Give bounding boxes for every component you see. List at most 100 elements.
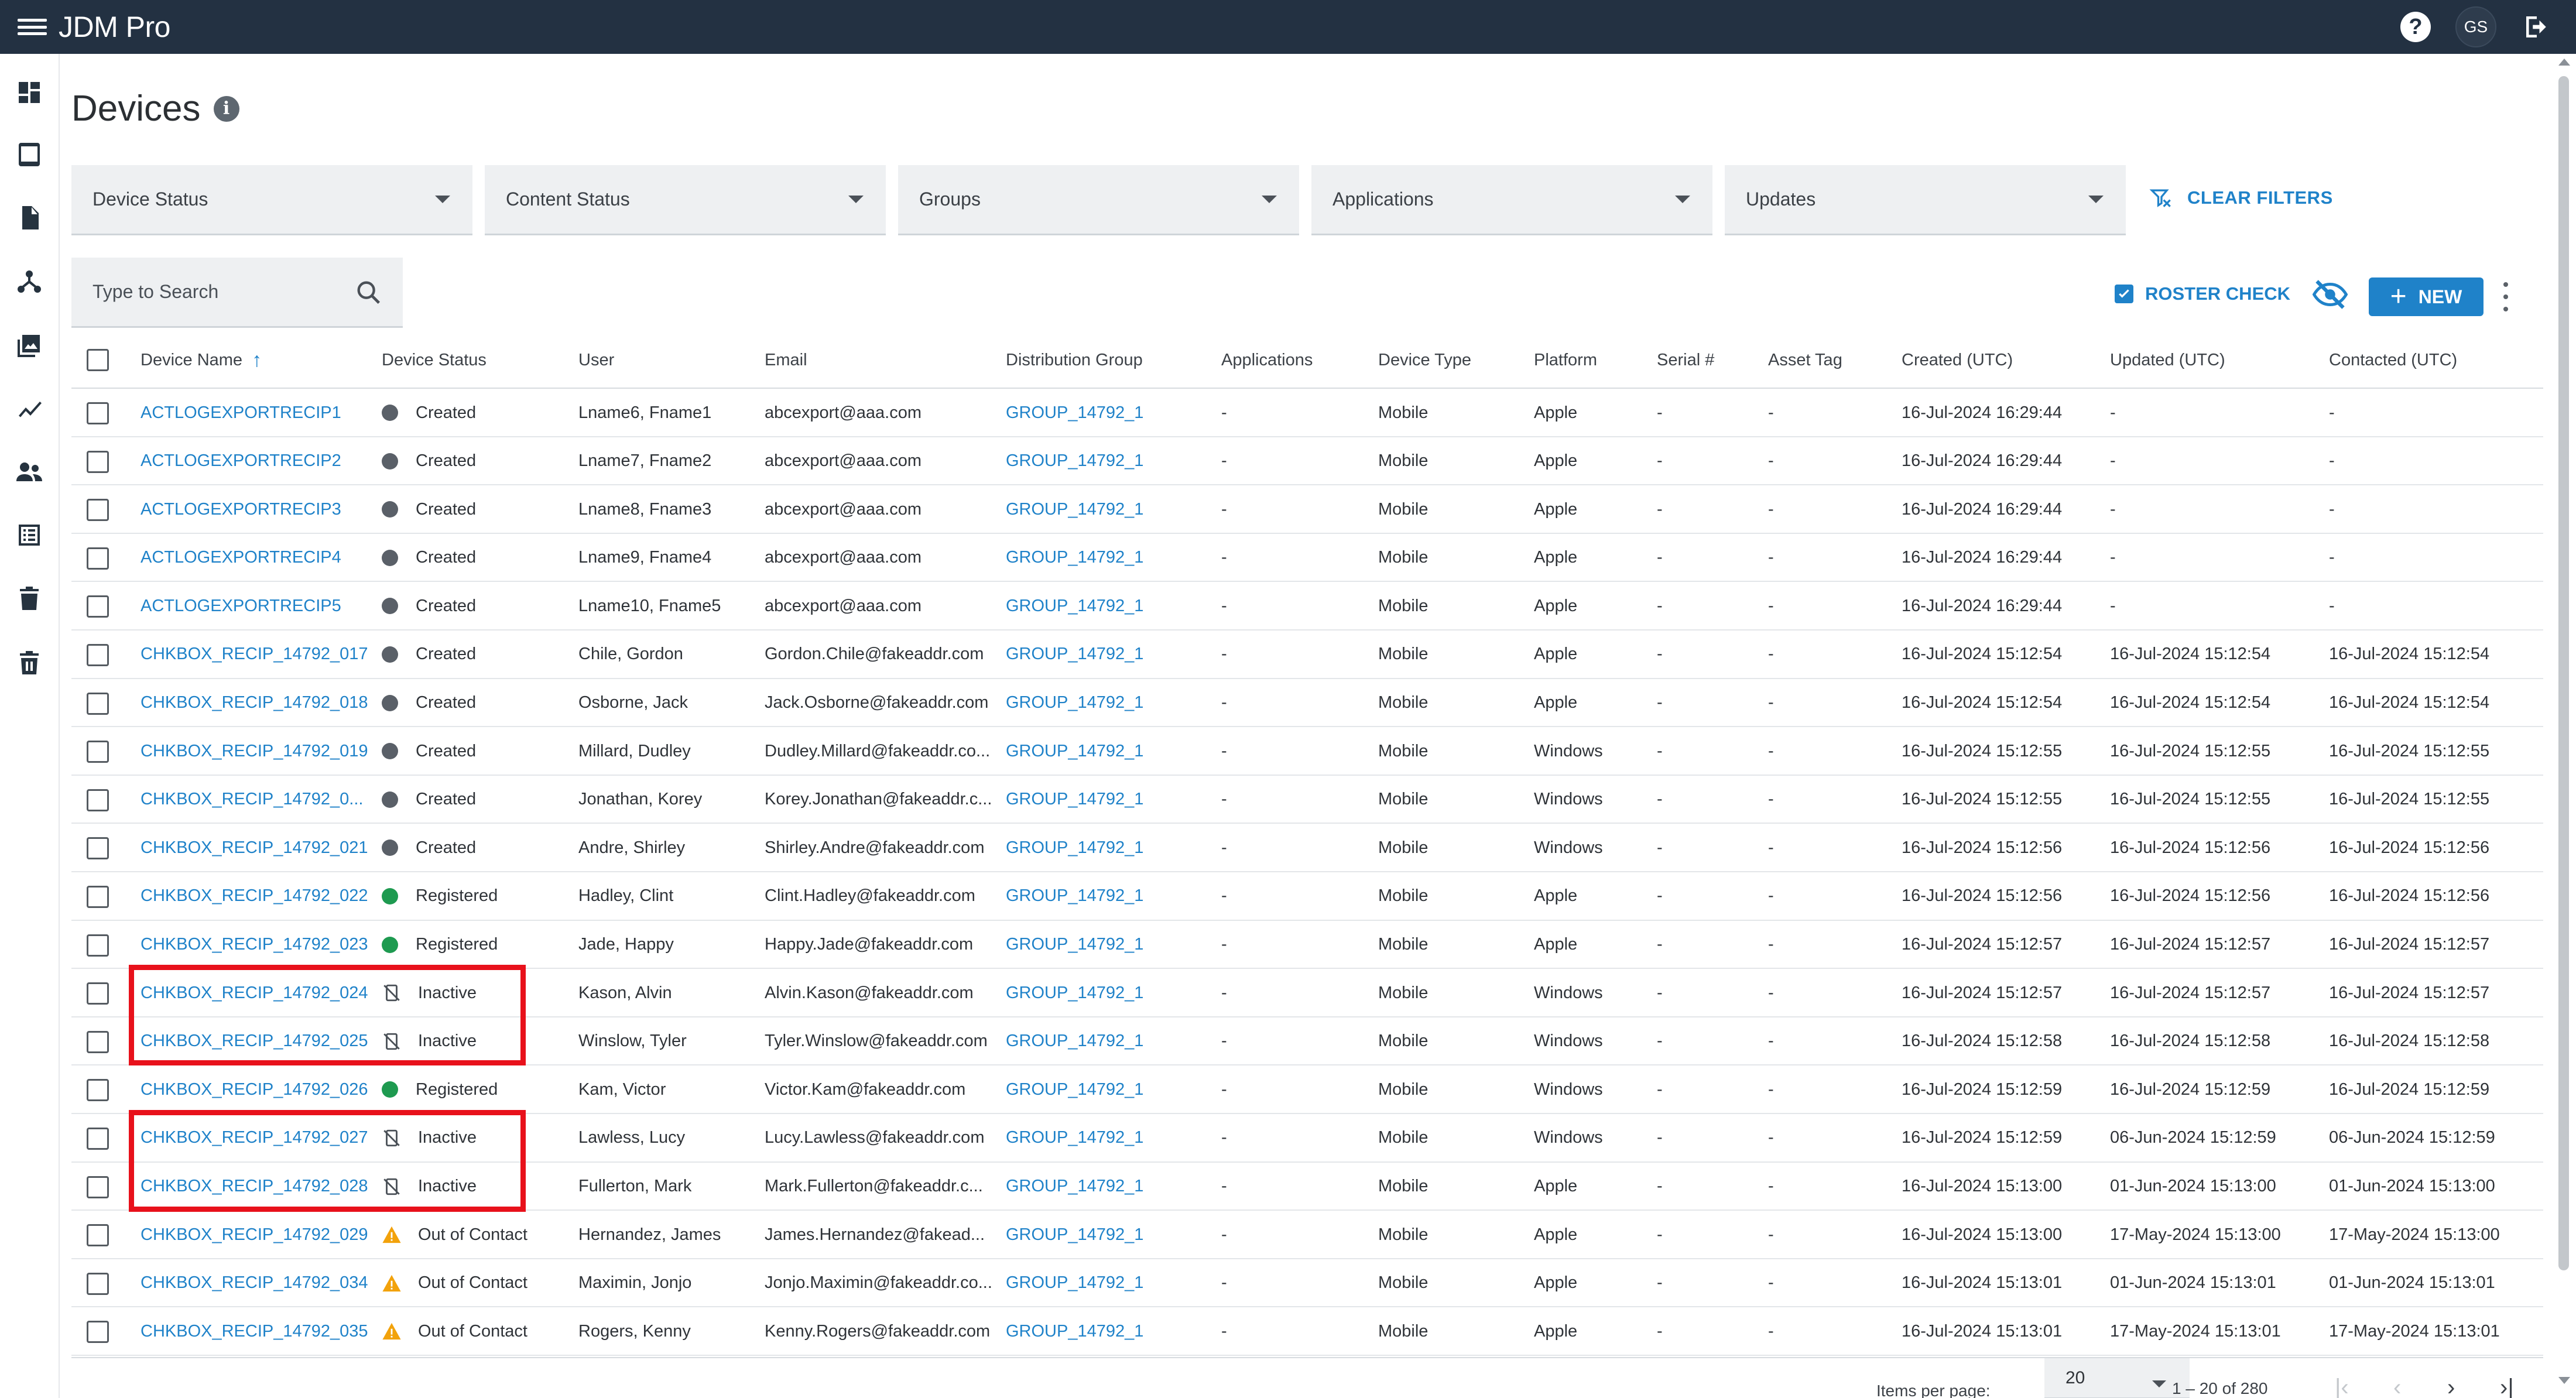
cell-distribution-group[interactable]: GROUP_14792_1 bbox=[1006, 921, 1217, 969]
row-checkbox[interactable] bbox=[87, 692, 109, 715]
cell-distribution-group[interactable]: GROUP_14792_1 bbox=[1006, 679, 1217, 727]
prev-page-icon[interactable]: ‹ bbox=[2393, 1375, 2401, 1398]
cell-distribution-group[interactable]: GROUP_14792_1 bbox=[1006, 1211, 1217, 1259]
cell-distribution-group[interactable]: GROUP_14792_1 bbox=[1006, 534, 1217, 582]
first-page-icon[interactable]: |‹ bbox=[2335, 1375, 2349, 1398]
filter-updates[interactable]: Updates bbox=[1725, 165, 2126, 235]
tablet-icon[interactable] bbox=[15, 141, 43, 169]
row-checkbox[interactable] bbox=[87, 450, 109, 473]
filter-groups[interactable]: Groups bbox=[898, 165, 1299, 235]
dashboard-icon[interactable] bbox=[15, 78, 43, 107]
row-checkbox[interactable] bbox=[87, 1176, 109, 1198]
row-checkbox[interactable] bbox=[87, 982, 109, 1005]
cell-device-name[interactable]: CHKBOX_RECIP_14792_035 bbox=[141, 1307, 375, 1355]
cell-distribution-group[interactable]: GROUP_14792_1 bbox=[1006, 1065, 1217, 1113]
table-row[interactable]: CHKBOX_RECIP_14792_023 Registered Jade, Ha… bbox=[71, 921, 2543, 969]
col-header-platform[interactable]: Platform bbox=[1534, 331, 1597, 389]
col-header-created[interactable]: Created (UTC) bbox=[1902, 331, 2013, 389]
table-row[interactable]: CHKBOX_RECIP_14792_017 Created Chile, Gord… bbox=[71, 631, 2543, 679]
cell-distribution-group[interactable]: GROUP_14792_1 bbox=[1006, 824, 1217, 872]
cell-distribution-group[interactable]: GROUP_14792_1 bbox=[1006, 485, 1217, 533]
table-row[interactable]: CHKBOX_RECIP_14792_029 Out of Contact Hern… bbox=[71, 1211, 2543, 1259]
scrollbar-thumb[interactable] bbox=[2558, 76, 2569, 1270]
filter-applications[interactable]: Applications bbox=[1311, 165, 1712, 235]
row-checkbox[interactable] bbox=[87, 1030, 109, 1053]
cell-distribution-group[interactable]: GROUP_14792_1 bbox=[1006, 1307, 1217, 1355]
row-checkbox[interactable] bbox=[87, 1224, 109, 1247]
hierarchy-icon[interactable] bbox=[15, 267, 43, 295]
col-header-contacted[interactable]: Contacted (UTC) bbox=[2329, 331, 2457, 389]
cell-distribution-group[interactable]: GROUP_14792_1 bbox=[1006, 631, 1217, 679]
cell-device-name[interactable]: CHKBOX_RECIP_14792_017 bbox=[141, 631, 375, 679]
cell-distribution-group[interactable]: GROUP_14792_1 bbox=[1006, 872, 1217, 920]
row-checkbox[interactable] bbox=[87, 789, 109, 811]
cell-device-name[interactable]: ACTLOGEXPORTRECIP3 bbox=[141, 485, 375, 533]
row-checkbox[interactable] bbox=[87, 934, 109, 957]
table-row[interactable]: CHKBOX_RECIP_14792_035 Out of Contact Roge… bbox=[71, 1307, 2543, 1356]
cell-device-name[interactable]: CHKBOX_RECIP_14792_0... bbox=[141, 776, 375, 824]
search-icon[interactable] bbox=[354, 277, 384, 308]
col-header-serial[interactable]: Serial # bbox=[1657, 331, 1714, 389]
cell-device-name[interactable]: ACTLOGEXPORTRECIP5 bbox=[141, 582, 375, 630]
cell-device-name[interactable]: CHKBOX_RECIP_14792_019 bbox=[141, 727, 375, 775]
row-checkbox[interactable] bbox=[87, 402, 109, 424]
table-row[interactable]: ACTLOGEXPORTRECIP3 Created Lname8, Fname3 a… bbox=[71, 485, 2543, 534]
users-icon[interactable] bbox=[15, 458, 43, 486]
cell-device-name[interactable]: CHKBOX_RECIP_14792_022 bbox=[141, 872, 375, 920]
cell-distribution-group[interactable]: GROUP_14792_1 bbox=[1006, 969, 1217, 1017]
more-options-icon[interactable] bbox=[2501, 282, 2510, 311]
row-checkbox[interactable] bbox=[87, 595, 109, 618]
cell-device-name[interactable]: CHKBOX_RECIP_14792_034 bbox=[141, 1259, 375, 1307]
list-icon[interactable] bbox=[15, 521, 43, 549]
cell-device-name[interactable]: CHKBOX_RECIP_14792_021 bbox=[141, 824, 375, 872]
new-device-button[interactable]: + NEW bbox=[2369, 277, 2483, 316]
table-row[interactable]: CHKBOX_RECIP_14792_022 Registered Hadley, … bbox=[71, 872, 2543, 921]
scrollbar[interactable] bbox=[2555, 62, 2571, 1350]
col-header-user[interactable]: User bbox=[578, 331, 614, 389]
cell-distribution-group[interactable]: GROUP_14792_1 bbox=[1006, 1017, 1217, 1065]
document-icon[interactable] bbox=[15, 204, 43, 232]
table-row[interactable]: ACTLOGEXPORTRECIP2 Created Lname7, Fname2 a… bbox=[71, 437, 2543, 486]
cell-distribution-group[interactable]: GROUP_14792_1 bbox=[1006, 1163, 1217, 1211]
analytics-icon[interactable] bbox=[15, 395, 43, 423]
table-row[interactable]: CHKBOX_RECIP_14792_026 Registered Kam, Vic… bbox=[71, 1065, 2543, 1114]
col-header-asset-tag[interactable]: Asset Tag bbox=[1768, 331, 1842, 389]
row-checkbox[interactable] bbox=[87, 1272, 109, 1295]
col-header-device-status[interactable]: Device Status bbox=[382, 331, 487, 389]
select-all-checkbox[interactable] bbox=[87, 349, 109, 371]
row-checkbox[interactable] bbox=[87, 1079, 109, 1102]
cell-distribution-group[interactable]: GROUP_14792_1 bbox=[1006, 1259, 1217, 1307]
scroll-down-icon[interactable] bbox=[2558, 1377, 2570, 1384]
row-checkbox[interactable] bbox=[87, 643, 109, 666]
col-header-email[interactable]: Email bbox=[765, 331, 807, 389]
help-icon[interactable]: ? bbox=[2400, 12, 2431, 42]
clear-filters-button[interactable]: CLEAR FILTERS bbox=[2149, 185, 2333, 211]
row-checkbox[interactable] bbox=[87, 1127, 109, 1150]
last-page-icon[interactable]: ›| bbox=[2500, 1375, 2514, 1398]
avatar[interactable]: GS bbox=[2455, 6, 2496, 47]
row-checkbox[interactable] bbox=[87, 547, 109, 570]
cell-device-name[interactable]: ACTLOGEXPORTRECIP1 bbox=[141, 389, 375, 437]
media-icon[interactable] bbox=[15, 331, 43, 359]
logout-icon[interactable] bbox=[2521, 11, 2553, 43]
row-checkbox[interactable] bbox=[87, 885, 109, 908]
table-row[interactable]: CHKBOX_RECIP_14792_034 Out of Contact Maxi… bbox=[71, 1259, 2543, 1308]
trash-icon[interactable] bbox=[15, 584, 43, 612]
cell-device-name[interactable]: CHKBOX_RECIP_14792_023 bbox=[141, 921, 375, 969]
cell-distribution-group[interactable]: GROUP_14792_1 bbox=[1006, 1114, 1217, 1162]
table-row[interactable]: ACTLOGEXPORTRECIP4 Created Lname9, Fname4 a… bbox=[71, 534, 2543, 582]
col-header-applications[interactable]: Applications bbox=[1221, 331, 1313, 389]
row-checkbox[interactable] bbox=[87, 1321, 109, 1344]
filter-device-status[interactable]: Device Status bbox=[71, 165, 472, 235]
cell-distribution-group[interactable]: GROUP_14792_1 bbox=[1006, 727, 1217, 775]
table-row[interactable]: CHKBOX_RECIP_14792_0... Created Jonathan, … bbox=[71, 776, 2543, 824]
table-row[interactable]: CHKBOX_RECIP_14792_021 Created Andre, Shir… bbox=[71, 824, 2543, 872]
cell-distribution-group[interactable]: GROUP_14792_1 bbox=[1006, 582, 1217, 630]
info-icon[interactable]: i bbox=[213, 95, 239, 122]
cell-distribution-group[interactable]: GROUP_14792_1 bbox=[1006, 389, 1217, 437]
table-row[interactable]: CHKBOX_RECIP_14792_019 Created Millard, Du… bbox=[71, 727, 2543, 776]
cell-device-name[interactable]: CHKBOX_RECIP_14792_029 bbox=[141, 1211, 375, 1259]
row-checkbox[interactable] bbox=[87, 499, 109, 522]
col-header-device-name[interactable]: Device Name ↑ bbox=[141, 331, 262, 389]
cell-distribution-group[interactable]: GROUP_14792_1 bbox=[1006, 776, 1217, 824]
